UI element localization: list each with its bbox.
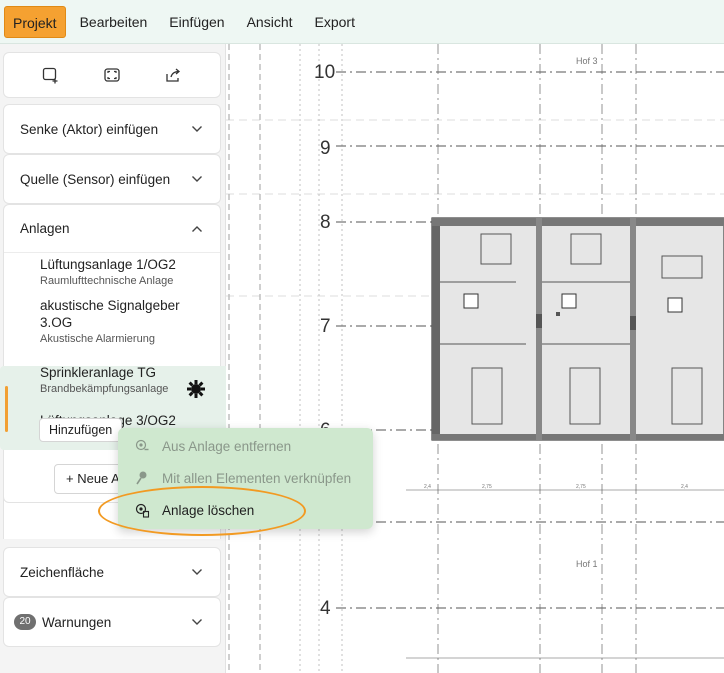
share-icon[interactable]: [160, 62, 186, 88]
accordion-quelle[interactable]: Quelle (Sensor) einfügen: [3, 154, 221, 204]
menu-item-label: Mit allen Elementen verknüpfen: [162, 470, 352, 486]
list-item-title: akustische Signalgeber 3.OG: [40, 298, 180, 330]
accordion-senke[interactable]: Senke (Aktor) einfügen: [3, 104, 221, 154]
svg-text:2,4: 2,4: [424, 484, 431, 490]
menu-item-label: Aus Anlage entfernen: [162, 438, 292, 454]
axis-label: 8: [320, 212, 331, 233]
chevron-down-icon: [190, 615, 204, 629]
chevron-up-icon: [190, 222, 204, 236]
menu-item-anlage-loeschen[interactable]: Anlage löschen: [118, 495, 373, 525]
accordion-anlagen-header[interactable]: Anlagen: [4, 205, 220, 253]
menu-export[interactable]: Export: [307, 6, 363, 38]
gear-delete-icon: [134, 502, 150, 518]
menu-bearbeiten[interactable]: Bearbeiten: [72, 6, 156, 38]
svg-text:2,75: 2,75: [576, 484, 586, 490]
menu-ansicht[interactable]: Ansicht: [239, 6, 301, 38]
menu-bar: Projekt Bearbeiten Einfügen Ansicht Expo…: [0, 0, 724, 44]
accordion-quelle-label: Quelle (Sensor) einfügen: [20, 171, 171, 187]
menu-item-mit-allen-verknuepfen[interactable]: Mit allen Elementen verknüpfen: [118, 463, 373, 493]
gear-icon[interactable]: [184, 377, 208, 404]
warnings-count-badge: 20: [14, 614, 36, 630]
link-pin-icon: [134, 470, 150, 486]
list-item-title: Lüftungsanlage 1/OG2: [40, 257, 176, 272]
accordion-warnungen[interactable]: 20 Warnungen: [3, 597, 221, 647]
sidebar-toolbar: [3, 52, 221, 98]
axis-label: 9: [320, 138, 331, 159]
menu-item-aus-anlage-entfernen[interactable]: Aus Anlage entfernen: [118, 431, 373, 461]
list-item[interactable]: Lüftungsanlage 1/OG2 Raumlufttechnische …: [3, 252, 221, 296]
chevron-down-icon: [190, 122, 204, 136]
axis-label: 10: [314, 62, 335, 83]
axis-label: 4: [320, 598, 331, 619]
svg-text:2,75: 2,75: [482, 484, 492, 490]
list-item[interactable]: akustische Signalgeber 3.OG Akustische A…: [3, 296, 221, 362]
axis-label: 7: [320, 316, 331, 337]
chevron-down-icon: [190, 172, 204, 186]
menu-item-label: Anlage löschen: [162, 502, 255, 518]
chevron-down-icon: [190, 565, 204, 579]
accordion-anlagen-label: Anlagen: [20, 221, 70, 236]
accordion-senke-label: Senke (Aktor) einfügen: [20, 121, 159, 137]
context-menu: Aus Anlage entfernen Mit allen Elementen…: [118, 428, 373, 529]
accordion-warnungen-label: Warnungen: [42, 614, 112, 630]
list-item-subtitle: Raumlufttechnische Anlage: [40, 275, 174, 287]
gear-remove-icon: [134, 438, 150, 454]
accordion-zeichenflaeche-label: Zeichenfläche: [20, 564, 105, 580]
drawing-canvas[interactable]: 2,42,752,752,4 10 9 8 7 6 5 4 Hof 3 Hof …: [226, 44, 724, 673]
hinzufuegen-button[interactable]: Hinzufügen: [39, 418, 123, 442]
add-frame-icon[interactable]: [38, 62, 64, 88]
fit-view-icon[interactable]: [99, 62, 125, 88]
menu-einfuegen[interactable]: Einfügen: [161, 6, 232, 38]
accordion-zeichenflaeche[interactable]: Zeichenfläche: [3, 547, 221, 597]
annotation-label: Hof 3: [576, 56, 598, 66]
menu-projekt[interactable]: Projekt: [4, 5, 66, 38]
annotation-label: Hof 1: [576, 559, 598, 569]
svg-text:2,4: 2,4: [681, 484, 688, 490]
list-item-subtitle: Akustische Alarmierung: [40, 333, 155, 345]
